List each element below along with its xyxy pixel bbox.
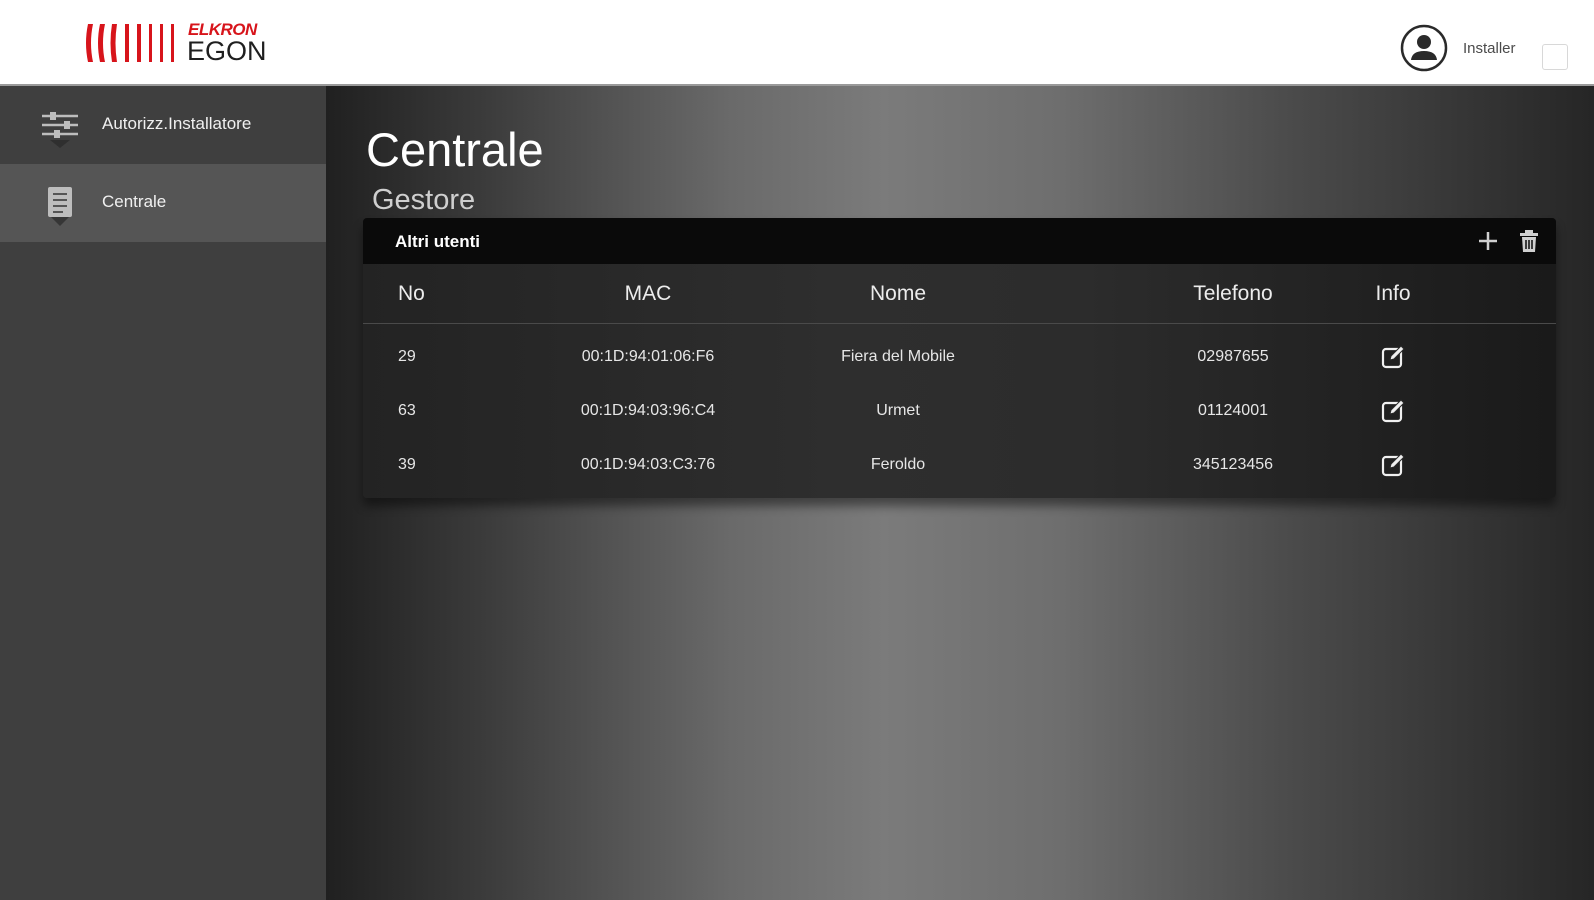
cell-no: 63 xyxy=(398,402,416,419)
cell-telefono: 345123456 xyxy=(1192,456,1274,473)
main-content: Centrale Gestore Altri utenti No MAC Nom… xyxy=(326,86,1594,900)
cell-telefono: 02987655 xyxy=(1197,348,1269,365)
user-menu-checkbox[interactable] xyxy=(1542,44,1568,70)
trash-icon[interactable] xyxy=(1516,228,1542,254)
column-header-mac[interactable]: MAC xyxy=(563,282,733,306)
column-header-nome[interactable]: Nome xyxy=(813,282,983,306)
sidebar-item-autorizz-installatore[interactable]: Autorizz.Installatore xyxy=(0,86,326,164)
table-row[interactable]: 63 00:1D:94:03:96:C4 Urmet 01124001 xyxy=(363,384,1556,438)
card-title: Altri utenti xyxy=(395,232,480,251)
cell-telefono: 01124001 xyxy=(1198,402,1268,419)
edit-icon[interactable] xyxy=(1380,398,1406,424)
sidebar-item-label: Centrale xyxy=(102,192,167,211)
page-title: Centrale xyxy=(366,123,544,176)
cell-nome: Feroldo xyxy=(870,456,926,473)
cell-no: 29 xyxy=(398,348,416,365)
cell-nome: Urmet xyxy=(876,402,920,419)
cell-mac: 00:1D:94:03:96:C4 xyxy=(580,402,716,419)
document-icon xyxy=(48,187,72,226)
table-row[interactable]: 29 00:1D:94:01:06:F6 Fiera del Mobile 02… xyxy=(363,330,1556,384)
column-header-telefono[interactable]: Telefono xyxy=(1153,282,1313,306)
column-header-no[interactable]: No xyxy=(398,282,425,306)
cell-no: 39 xyxy=(398,456,416,473)
page-subtitle: Gestore xyxy=(372,184,476,216)
table-row[interactable]: 39 00:1D:94:03:C3:76 Feroldo 345123456 xyxy=(363,438,1556,492)
plus-icon[interactable] xyxy=(1475,228,1501,254)
column-header-info[interactable]: Info xyxy=(1363,282,1423,306)
top-bar: ELKRON EGON Installer xyxy=(0,0,1594,86)
users-table-card: Altri utenti No MAC Nome Telefono Info 2… xyxy=(363,218,1556,498)
cell-nome: Fiera del Mobile xyxy=(841,348,955,365)
edit-icon[interactable] xyxy=(1380,344,1406,370)
sidebar-item-label: Autorizz.Installatore xyxy=(102,114,252,133)
user-role-label[interactable]: Installer xyxy=(1463,40,1516,57)
user-avatar-icon[interactable] xyxy=(1400,24,1448,72)
logo-egon-text: EGON xyxy=(187,36,267,66)
sidebar-item-centrale[interactable]: Centrale xyxy=(0,164,326,242)
edit-icon[interactable] xyxy=(1380,452,1406,478)
sidebar: Autorizz.Installatore Centrale xyxy=(0,86,326,900)
elkron-egon-logo[interactable]: ELKRON EGON xyxy=(84,20,274,66)
cell-mac: 00:1D:94:01:06:F6 xyxy=(581,348,715,365)
cell-mac: 00:1D:94:03:C3:76 xyxy=(580,456,716,473)
sliders-icon xyxy=(42,112,78,148)
card-header: Altri utenti xyxy=(363,218,1556,264)
logo-stripes-icon xyxy=(86,24,174,62)
table-header: No MAC Nome Telefono Info xyxy=(363,264,1556,324)
